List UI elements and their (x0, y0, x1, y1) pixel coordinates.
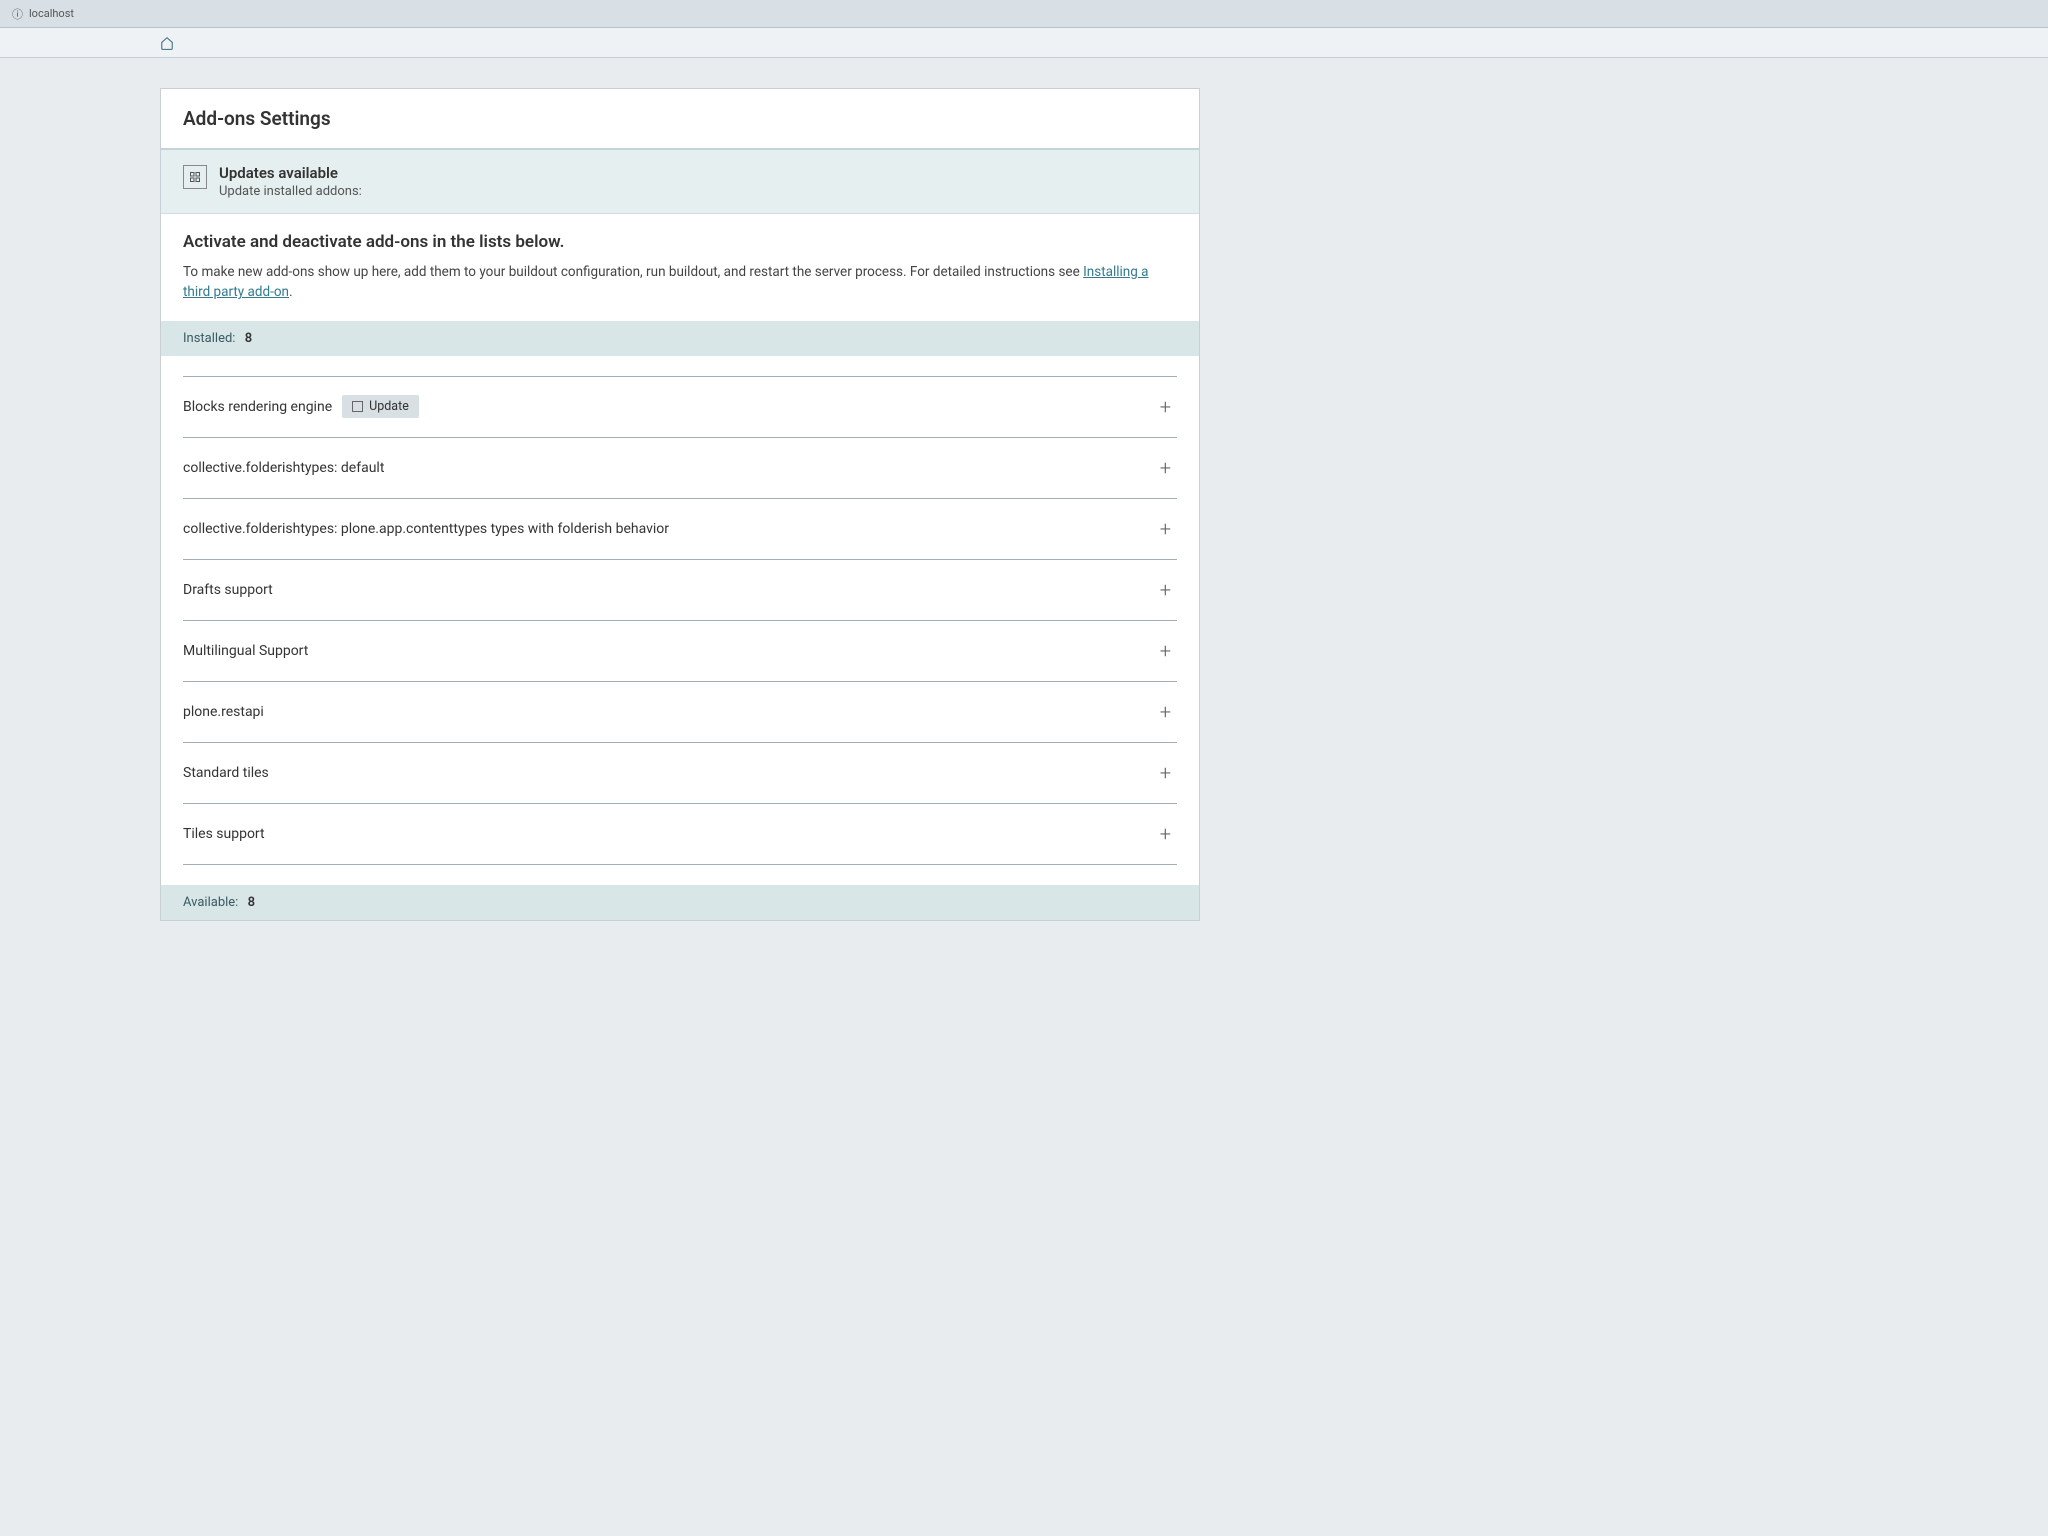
addon-left: Drafts support (183, 582, 273, 598)
installed-addon-list: Blocks rendering engineUpdate+collective… (161, 356, 1199, 865)
addon-row[interactable]: Drafts support + (183, 560, 1177, 621)
addon-name: Multilingual Support (183, 643, 308, 659)
installed-count: 8 (245, 331, 252, 346)
addon-name: Drafts support (183, 582, 273, 598)
main-panel: Add-ons Settings Updates available Updat… (160, 88, 1200, 921)
addon-name: Tiles support (183, 826, 265, 842)
addon-row[interactable]: Standard tiles + (183, 743, 1177, 804)
updates-subtitle: Update installed addons: (219, 184, 362, 199)
installed-label: Installed: (183, 331, 235, 346)
addon-row[interactable]: plone.restapi + (183, 682, 1177, 743)
addon-row[interactable]: collective.folderishtypes: default + (183, 438, 1177, 499)
home-icon[interactable] (160, 36, 174, 50)
addon-left: Tiles support (183, 826, 265, 842)
addon-row[interactable]: Blocks rendering engine Update + (183, 376, 1177, 438)
info-section: Activate and deactivate add-ons in the l… (161, 214, 1199, 321)
available-count-bar: Available: 8 (161, 885, 1199, 920)
update-icon (352, 401, 363, 412)
available-count: 8 (248, 895, 255, 910)
info-body-prefix: To make new add-ons show up here, add th… (183, 264, 1083, 280)
addon-left: Multilingual Support (183, 643, 308, 659)
available-label: Available: (183, 895, 238, 910)
addon-row[interactable]: Multilingual Support + (183, 621, 1177, 682)
browser-url-bar: ⓘ localhost (0, 0, 2048, 28)
addon-name: Standard tiles (183, 765, 269, 781)
expand-icon[interactable]: + (1154, 761, 1177, 785)
addon-name: collective.folderishtypes: default (183, 460, 384, 476)
expand-icon[interactable]: + (1154, 517, 1177, 541)
addon-left: Standard tiles (183, 765, 269, 781)
addon-left: Blocks rendering engine Update (183, 395, 419, 418)
nav-bar (0, 28, 2048, 58)
addon-left: collective.folderishtypes: default (183, 460, 384, 476)
info-body: To make new add-ons show up here, add th… (183, 262, 1177, 303)
addon-row[interactable]: Tiles support + (183, 804, 1177, 865)
expand-icon[interactable]: + (1154, 578, 1177, 602)
updates-banner: Updates available Update installed addon… (161, 150, 1199, 214)
url-text: localhost (29, 7, 74, 20)
expand-icon[interactable]: + (1154, 822, 1177, 846)
update-label: Update (369, 399, 409, 414)
expand-icon[interactable]: + (1154, 456, 1177, 480)
lock-icon: ⓘ (12, 6, 23, 22)
addon-name: collective.folderishtypes: plone.app.con… (183, 521, 669, 537)
updates-title: Updates available (219, 164, 362, 182)
expand-icon[interactable]: + (1154, 395, 1177, 419)
expand-icon[interactable]: + (1154, 639, 1177, 663)
update-button[interactable]: Update (342, 395, 419, 418)
addon-row[interactable]: collective.folderishtypes: plone.app.con… (183, 499, 1177, 560)
expand-icon[interactable]: + (1154, 700, 1177, 724)
updates-icon (183, 165, 207, 189)
info-body-suffix: . (289, 284, 293, 300)
page-title: Add-ons Settings (161, 89, 1199, 150)
info-heading: Activate and deactivate add-ons in the l… (183, 232, 1177, 252)
addon-left: collective.folderishtypes: plone.app.con… (183, 521, 669, 537)
addon-name: plone.restapi (183, 704, 264, 720)
installed-count-bar: Installed: 8 (161, 321, 1199, 356)
addon-name: Blocks rendering engine (183, 399, 332, 415)
addon-left: plone.restapi (183, 704, 264, 720)
